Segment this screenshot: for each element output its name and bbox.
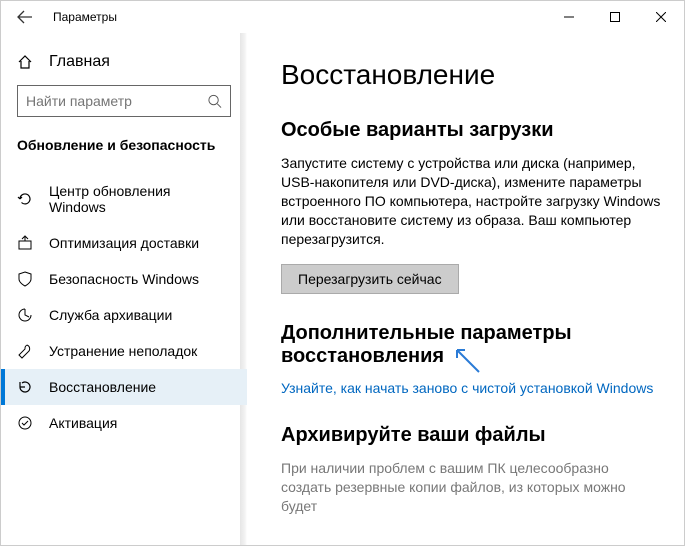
sidebar-home-label: Главная	[49, 53, 110, 71]
more-recovery-heading: Дополнительные параметры восстановления	[281, 322, 662, 368]
sidebar-item-label: Безопасность Windows	[49, 271, 199, 287]
delivery-icon	[17, 235, 33, 251]
sidebar-section-title: Обновление и безопасность	[1, 131, 247, 173]
sidebar-item-label: Центр обновления Windows	[49, 183, 231, 215]
backup-files-heading: Архивируйте ваши файлы	[281, 424, 662, 447]
minimize-icon	[564, 12, 574, 22]
sidebar-item-label: Оптимизация доставки	[49, 235, 199, 251]
maximize-icon	[610, 12, 620, 22]
sidebar-item-activation[interactable]: Активация	[1, 405, 247, 441]
search-input[interactable]	[26, 93, 207, 109]
close-icon	[656, 12, 666, 22]
recovery-icon	[17, 379, 33, 395]
window-title: Параметры	[49, 10, 546, 24]
update-icon	[17, 191, 33, 207]
sidebar-item-delivery-optimization[interactable]: Оптимизация доставки	[1, 225, 247, 261]
sidebar-item-label: Активация	[49, 415, 117, 431]
search-icon	[207, 93, 222, 109]
minimize-button[interactable]	[546, 1, 592, 33]
shield-icon	[17, 271, 33, 287]
activation-icon	[17, 415, 33, 431]
sidebar-item-windows-update[interactable]: Центр обновления Windows	[1, 173, 247, 225]
troubleshoot-icon	[17, 343, 33, 359]
sidebar-home[interactable]: Главная	[1, 45, 247, 85]
advanced-startup-heading: Особые варианты загрузки	[281, 119, 662, 142]
sidebar-item-backup[interactable]: Служба архивации	[1, 297, 247, 333]
sidebar-item-label: Восстановление	[49, 379, 156, 395]
page-title: Восстановление	[281, 59, 662, 91]
backup-icon	[17, 307, 33, 323]
sidebar-item-recovery[interactable]: Восстановление	[1, 369, 247, 405]
fresh-start-link[interactable]: Узнайте, как начать заново с чистой уста…	[281, 380, 653, 396]
sidebar-item-windows-security[interactable]: Безопасность Windows	[1, 261, 247, 297]
sidebar-item-troubleshoot[interactable]: Устранение неполадок	[1, 333, 247, 369]
sidebar-item-label: Служба архивации	[49, 307, 172, 323]
back-button[interactable]	[1, 1, 49, 33]
close-button[interactable]	[638, 1, 684, 33]
sidebar-item-label: Устранение неполадок	[49, 343, 197, 359]
advanced-startup-text: Запустите систему с устройства или диска…	[281, 154, 662, 248]
back-arrow-icon	[17, 9, 33, 25]
restart-now-button[interactable]: Перезагрузить сейчас	[281, 264, 459, 294]
maximize-button[interactable]	[592, 1, 638, 33]
backup-files-text: При наличии проблем с вашим ПК целесообр…	[281, 459, 662, 516]
home-icon	[17, 54, 33, 70]
search-input-wrap[interactable]	[17, 85, 231, 117]
